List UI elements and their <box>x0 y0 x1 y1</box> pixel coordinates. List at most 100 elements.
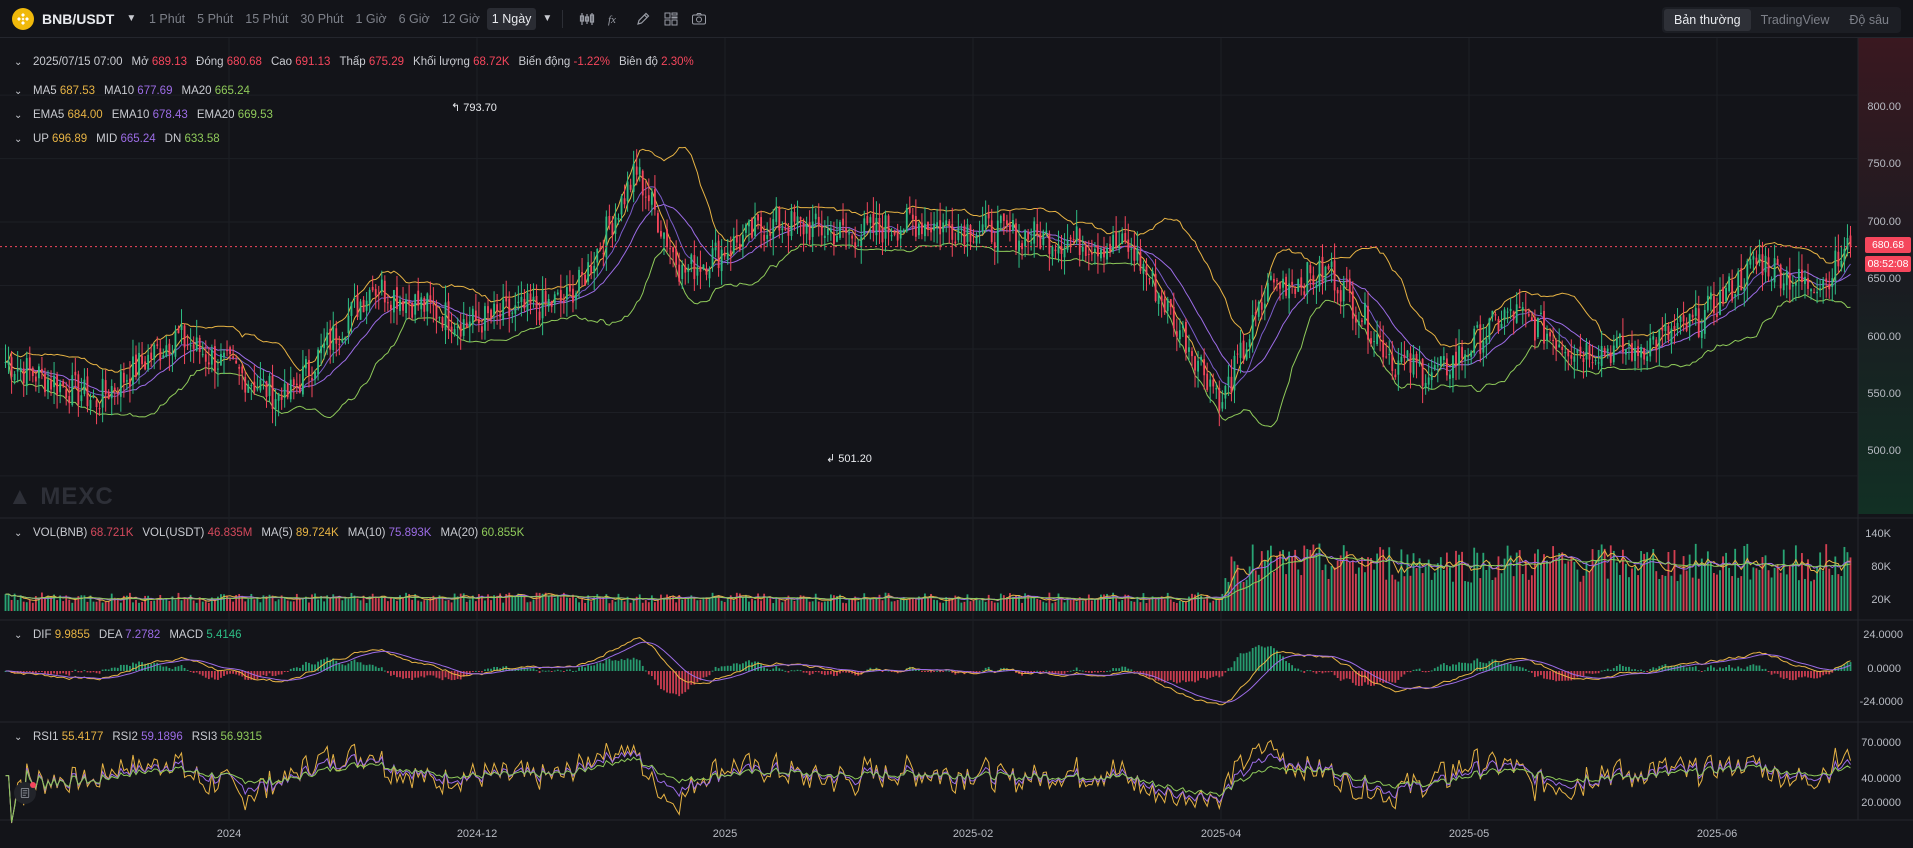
macd-histogram-bar <box>1512 666 1515 671</box>
candle-body <box>1485 338 1488 344</box>
volume-bar <box>927 598 929 611</box>
interval-6h[interactable]: 6 Giờ <box>394 8 435 30</box>
formula-icon[interactable]: fx <box>601 5 629 33</box>
collapse-chevron-icon[interactable]: ⌄ <box>14 134 24 145</box>
macd-histogram-bar <box>353 659 356 671</box>
candle-body <box>1178 330 1181 340</box>
macd-histogram-bar <box>1288 663 1291 671</box>
macd-histogram-bar <box>1700 671 1703 672</box>
volume-bar <box>389 598 392 611</box>
volume-bar <box>681 599 684 611</box>
macd-histogram-bar <box>1172 671 1175 682</box>
candle-body <box>1810 289 1812 292</box>
indicator-icon[interactable] <box>573 5 601 33</box>
candle-body <box>1057 244 1060 254</box>
macd-histogram-bar <box>769 669 772 671</box>
collapse-chevron-icon[interactable]: ⌄ <box>14 110 24 121</box>
volume-bar <box>1276 555 1278 611</box>
volume-bar <box>1788 566 1791 611</box>
candle-body <box>1257 301 1260 317</box>
macd-histogram-bar <box>1245 652 1248 671</box>
candle-body <box>238 367 241 369</box>
candle-body <box>1497 318 1500 332</box>
candle-body <box>295 383 298 386</box>
candle-body <box>1027 232 1030 240</box>
macd-histogram-bar <box>362 664 365 671</box>
interval-1h[interactable]: 1 Giờ <box>350 8 391 30</box>
macd-histogram-bar <box>596 663 599 671</box>
camera-icon[interactable] <box>685 5 713 33</box>
symbol-selector[interactable]: BNB/USDT ▼ <box>0 7 144 30</box>
macd-histogram-bar <box>98 671 101 674</box>
volume-bar <box>905 599 908 611</box>
macd-histogram-bar <box>1439 664 1442 671</box>
macd-histogram-bar <box>271 671 274 677</box>
candle-body <box>629 184 632 190</box>
candle-body <box>823 235 826 238</box>
volume-bar <box>411 599 414 611</box>
macd-histogram-bar <box>1285 661 1287 671</box>
mexc-watermark: ▲ MEXC <box>8 483 114 510</box>
volume-bar <box>984 601 987 611</box>
macd-histogram-bar <box>1773 671 1776 674</box>
tab-tradingview[interactable]: TradingView <box>1751 9 1840 31</box>
candle-body <box>34 376 37 382</box>
macd-histogram-bar <box>417 671 420 678</box>
candle-body <box>1109 243 1111 252</box>
tab-depth[interactable]: Độ sâu <box>1839 9 1899 31</box>
collapse-chevron-icon[interactable]: ⌄ <box>14 86 24 97</box>
pencil-icon[interactable] <box>629 5 657 33</box>
volume-bar <box>1558 553 1561 611</box>
candle-body <box>1066 240 1069 251</box>
collapse-chevron-icon[interactable]: ⌄ <box>14 528 24 539</box>
candle-body <box>1048 233 1051 254</box>
collapse-chevron-icon[interactable]: ⌄ <box>14 57 24 68</box>
history-icon[interactable] <box>14 782 36 804</box>
interval-15m[interactable]: 15 Phút <box>240 8 293 30</box>
candle-body <box>990 220 993 243</box>
macd-histogram-bar <box>593 665 596 671</box>
candle-body <box>183 325 186 348</box>
macd-histogram-bar <box>541 670 544 672</box>
volume-bar <box>186 598 189 611</box>
collapse-chevron-icon[interactable]: ⌄ <box>14 732 24 743</box>
interval-12h[interactable]: 12 Giờ <box>437 8 485 30</box>
layout-icon[interactable] <box>657 5 685 33</box>
macd-histogram-bar <box>614 660 617 671</box>
macd-histogram-bar <box>56 671 59 675</box>
volume-bar <box>1537 549 1539 611</box>
candle-body <box>884 215 887 239</box>
macd-histogram-bar <box>1679 664 1682 671</box>
volume-bar <box>848 598 851 611</box>
candle-body <box>383 280 386 303</box>
interval-1m[interactable]: 1 Phút <box>144 8 190 30</box>
volume-bar <box>1594 560 1597 611</box>
macd-histogram-bar <box>1709 665 1712 671</box>
candle-body <box>113 387 116 391</box>
candle-body <box>893 232 896 235</box>
interval-1d[interactable]: 1 Ngày <box>486 7 537 30</box>
interval-5m[interactable]: 5 Phút <box>192 8 238 30</box>
interval-more-chevron-icon[interactable]: ▼ <box>542 13 552 24</box>
candle-body <box>132 356 134 385</box>
candle-body <box>1807 278 1809 289</box>
volume-bar <box>1012 596 1014 611</box>
candle-body <box>417 290 420 306</box>
candle-body <box>735 234 738 243</box>
candle-body <box>617 217 620 220</box>
candle-body <box>842 218 844 226</box>
macd-histogram-bar <box>948 670 951 672</box>
candle-body <box>1303 291 1306 295</box>
macd-histogram-bar <box>529 668 532 671</box>
macd-histogram-bar <box>1561 671 1564 681</box>
interval-30m[interactable]: 30 Phút <box>295 8 348 30</box>
tab-basic[interactable]: Bản thường <box>1663 9 1751 31</box>
candle-body <box>532 296 535 302</box>
collapse-chevron-icon[interactable]: ⌄ <box>14 630 24 641</box>
macd-histogram-bar <box>113 667 116 671</box>
candle-body <box>1333 260 1336 291</box>
macd-histogram-bar <box>83 670 86 672</box>
price-chart[interactable] <box>0 38 1913 848</box>
macd-histogram-bar <box>1127 668 1130 671</box>
macd-histogram-bar <box>344 665 347 671</box>
